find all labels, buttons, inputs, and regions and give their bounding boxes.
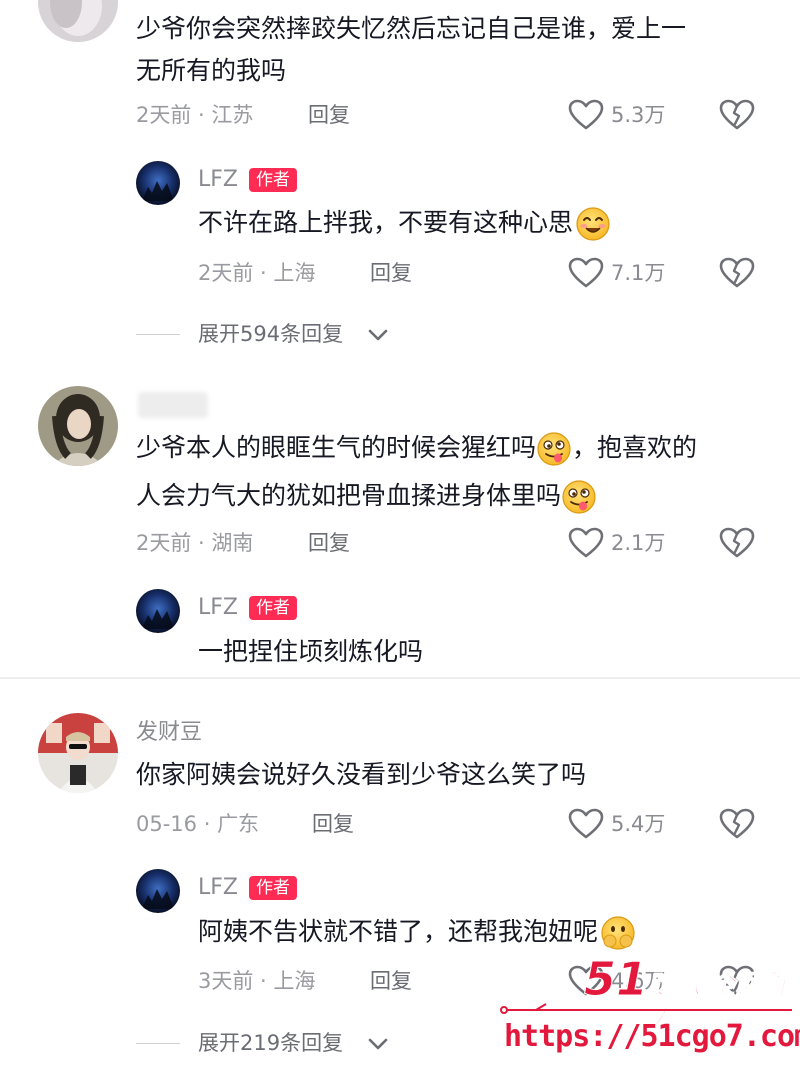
reply-button[interactable]: 回复: [370, 967, 412, 995]
expand-replies-button[interactable]: 展开219条回复: [198, 1029, 343, 1057]
author-badge: 作者: [249, 596, 297, 620]
smile-emoji-icon: [576, 207, 610, 241]
commenter-avatar[interactable]: [38, 713, 118, 793]
author-username[interactable]: LFZ: [198, 874, 238, 902]
author-avatar[interactable]: [136, 869, 180, 913]
reply-date: 2天前: [198, 261, 254, 285]
author-username[interactable]: LFZ: [198, 166, 238, 194]
reply-text: 不许在路上拌我，不要有这种心思: [198, 203, 611, 243]
comment-meta: 2天前 · 湖南: [136, 531, 254, 555]
commenter-avatar[interactable]: [38, 386, 118, 466]
reply-date: 3天前: [198, 969, 254, 993]
circuit-line-icon: [500, 1003, 792, 1014]
expand-divider: [136, 1043, 180, 1044]
author-badge: 作者: [249, 876, 297, 900]
comment-location: 江苏: [211, 103, 254, 127]
like-count: 2.1万: [611, 531, 666, 555]
comment-meta: 2天前 · 江苏: [136, 103, 254, 127]
comment-text: 少爷本人的眼眶生气的时候会猩红吗 ，抱喜欢的: [136, 428, 697, 468]
comment-date: 2天前: [136, 103, 192, 127]
author-username[interactable]: LFZ: [198, 594, 238, 622]
comment-date: 2天前: [136, 531, 192, 555]
heart-icon[interactable]: [568, 257, 604, 289]
comment-meta: 05-16 · 广东: [136, 812, 260, 836]
reply-button[interactable]: 回复: [308, 529, 350, 557]
tongue-emoji-icon: [537, 432, 571, 466]
commenter-username[interactable]: 发财豆: [136, 719, 202, 747]
watermark-number: 51: [583, 952, 649, 1006]
reply-meta: 2天前 · 上海: [198, 261, 316, 285]
author-avatar[interactable]: [136, 161, 180, 205]
comment-location: 湖南: [211, 531, 254, 555]
comment-text-line2: 无所有的我吗: [136, 56, 287, 85]
expand-divider: [136, 334, 180, 335]
heart-icon[interactable]: [568, 527, 604, 559]
expand-replies-button[interactable]: 展开594条回复: [198, 320, 343, 348]
dislike-icon[interactable]: [719, 808, 755, 840]
tongue-emoji-icon: [562, 480, 596, 514]
chevron-down-icon[interactable]: [368, 329, 388, 341]
watermark: 51 吃瓜 全网首发 https://51cgo7.com: [490, 952, 800, 1067]
comment-location: 广东: [217, 812, 260, 836]
reply-location: 上海: [273, 261, 316, 285]
dislike-icon[interactable]: [719, 257, 755, 289]
like-count: 7.1万: [611, 261, 666, 285]
reply-text: 一把捏住顷刻炼化吗: [198, 637, 424, 666]
heart-icon[interactable]: [568, 99, 604, 131]
watermark-url: https://51cgo7.com: [504, 1019, 800, 1054]
reply-meta: 3天前 · 上海: [198, 969, 316, 993]
peek-emoji-icon: [601, 916, 635, 950]
like-count: 5.3万: [611, 103, 666, 127]
commenter-avatar[interactable]: [38, 0, 118, 42]
heart-icon[interactable]: [568, 808, 604, 840]
comment-date: 05-16: [136, 812, 198, 836]
reply-text: 阿姨不告状就不错了，还帮我泡妞呢: [198, 912, 636, 952]
thread-divider: [0, 677, 800, 679]
chevron-down-icon[interactable]: [368, 1038, 388, 1050]
dislike-icon[interactable]: [719, 99, 755, 131]
reply-button[interactable]: 回复: [370, 259, 412, 287]
dislike-icon[interactable]: [719, 527, 755, 559]
username-redacted: [138, 392, 208, 418]
comment-text: 少爷你会突然摔跤失忆然后忘记自己是谁，爱上一: [136, 14, 687, 43]
reply-button[interactable]: 回复: [308, 101, 350, 129]
author-avatar[interactable]: [136, 589, 180, 633]
reply-location: 上海: [273, 969, 316, 993]
comment-text: 你家阿姨会说好久没看到少爷这么笑了吗: [136, 760, 587, 789]
reply-button[interactable]: 回复: [312, 810, 354, 838]
comment-text-line2: 人会力气大的犹如把骨血揉进身体里吗: [136, 476, 597, 516]
author-badge: 作者: [249, 168, 297, 192]
like-count: 5.4万: [611, 812, 666, 836]
